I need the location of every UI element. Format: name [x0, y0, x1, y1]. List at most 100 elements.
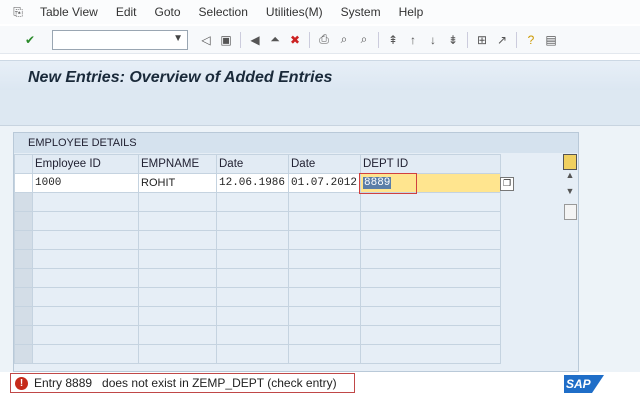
empty-cell[interactable] [288, 249, 361, 269]
row-selector[interactable] [14, 325, 33, 345]
empty-cell[interactable] [32, 325, 139, 345]
empty-cell[interactable] [360, 344, 501, 364]
empty-cell[interactable] [288, 287, 361, 307]
last-page-icon[interactable]: ⇟ [445, 32, 461, 48]
row-selector[interactable] [14, 192, 33, 212]
print-icon[interactable]: ⎙ [316, 32, 332, 48]
row-selector[interactable] [14, 344, 33, 364]
back-icon[interactable]: ◀ [247, 32, 263, 48]
empty-cell[interactable] [32, 287, 139, 307]
row-selector[interactable] [14, 287, 33, 307]
menu-table-view[interactable]: Table View [40, 5, 98, 19]
empty-cell[interactable] [216, 325, 289, 345]
empty-cell[interactable] [288, 211, 361, 231]
empty-cell[interactable] [360, 268, 501, 288]
empty-cell[interactable] [360, 249, 501, 269]
row-selector[interactable] [14, 173, 33, 193]
find-icon[interactable]: ⌕ [336, 32, 352, 48]
empty-cell[interactable] [216, 287, 289, 307]
empty-cell[interactable] [138, 249, 217, 269]
empty-cell[interactable] [32, 268, 139, 288]
select-all-cell[interactable] [14, 154, 33, 174]
row-selector[interactable] [14, 268, 33, 288]
empty-cell[interactable] [216, 306, 289, 326]
empty-cell[interactable] [288, 325, 361, 345]
employee-id-cell[interactable]: 1000 [32, 173, 139, 193]
status-bar-message[interactable]: ! Entry 8889 does not exist in ZEMP_DEPT… [10, 373, 355, 393]
empty-cell[interactable] [360, 306, 501, 326]
scroll-thumb[interactable] [563, 204, 577, 220]
scroll-up-icon[interactable]: ▲ [562, 170, 578, 186]
empty-cell[interactable] [360, 287, 501, 307]
exit-icon[interactable]: ⏶ [267, 32, 283, 48]
row-selector[interactable] [14, 306, 33, 326]
col-date-1[interactable]: Date [216, 154, 289, 174]
command-field[interactable]: ▼ [52, 29, 188, 50]
col-employee-id[interactable]: Employee ID [32, 154, 139, 174]
previous-page-icon[interactable]: ↑ [405, 32, 421, 48]
column-settings-icon[interactable] [563, 154, 577, 170]
next-page-icon[interactable]: ↓ [425, 32, 441, 48]
empty-cell[interactable] [288, 268, 361, 288]
col-date-2[interactable]: Date [288, 154, 361, 174]
empty-cell[interactable] [288, 230, 361, 250]
empty-cell[interactable] [216, 268, 289, 288]
shortcut-icon[interactable]: ↗ [494, 32, 510, 48]
empname-cell[interactable]: ROHIT [138, 173, 217, 193]
save-icon[interactable]: ▣ [218, 32, 234, 48]
enter-icon[interactable]: ✔ [22, 32, 38, 48]
empty-cell[interactable] [138, 306, 217, 326]
empty-cell[interactable] [32, 192, 139, 212]
empty-cell[interactable] [216, 249, 289, 269]
menu-selection[interactable]: Selection [199, 5, 248, 19]
empty-cell[interactable] [288, 344, 361, 364]
help-icon[interactable]: ? [523, 32, 539, 48]
empty-cell[interactable] [138, 344, 217, 364]
dept-id-input[interactable]: 8889 [359, 173, 501, 194]
back-arrow-icon[interactable]: ◁ [198, 32, 214, 48]
empty-cell[interactable] [288, 192, 361, 212]
empty-cell[interactable] [216, 230, 289, 250]
menu-utilities[interactable]: Utilities(M) [266, 5, 323, 19]
new-session-icon[interactable]: ⊞ [474, 32, 490, 48]
first-page-icon[interactable]: ⇞ [385, 32, 401, 48]
col-dept-id[interactable]: DEPT ID [360, 154, 501, 174]
menu-help[interactable]: Help [399, 5, 424, 19]
empty-cell[interactable] [360, 325, 501, 345]
empty-cell[interactable] [360, 230, 501, 250]
date-1-cell[interactable]: 12.06.1986 [216, 173, 289, 193]
row-selector[interactable] [14, 249, 33, 269]
empty-cell[interactable] [138, 268, 217, 288]
menu-exit-icon[interactable]: ⎘ [10, 4, 26, 20]
menu-edit[interactable]: Edit [116, 5, 137, 19]
vertical-scrollbar[interactable]: ▲ ▼ [562, 154, 578, 369]
menu-goto[interactable]: Goto [155, 5, 181, 19]
empty-cell[interactable] [360, 211, 501, 231]
empty-cell[interactable] [32, 249, 139, 269]
empty-cell[interactable] [138, 325, 217, 345]
empty-cell[interactable] [138, 192, 217, 212]
empty-cell[interactable] [138, 287, 217, 307]
empty-cell[interactable] [32, 211, 139, 231]
empty-cell[interactable] [216, 192, 289, 212]
date-2-cell[interactable]: 01.07.2012 [288, 173, 361, 193]
dropdown-icon[interactable]: ▼ [173, 33, 183, 44]
row-selector[interactable] [14, 230, 33, 250]
empty-cell[interactable] [288, 306, 361, 326]
cancel-icon[interactable]: ✖ [287, 32, 303, 48]
empty-cell[interactable] [216, 211, 289, 231]
empty-cell[interactable] [32, 344, 139, 364]
copy-icon[interactable]: ❐ [500, 177, 514, 191]
empty-cell[interactable] [138, 211, 217, 231]
empty-cell[interactable] [32, 306, 139, 326]
row-selector[interactable] [14, 211, 33, 231]
empty-cell[interactable] [32, 230, 139, 250]
empty-cell[interactable] [138, 230, 217, 250]
empty-cell[interactable] [216, 344, 289, 364]
menu-system[interactable]: System [341, 5, 381, 19]
find-next-icon[interactable]: ⌕ [356, 32, 372, 48]
empty-cell[interactable] [360, 192, 501, 212]
layout-menu-icon[interactable]: ▤ [543, 32, 559, 48]
scroll-down-icon[interactable]: ▼ [562, 186, 578, 202]
col-empname[interactable]: EMPNAME [138, 154, 217, 174]
